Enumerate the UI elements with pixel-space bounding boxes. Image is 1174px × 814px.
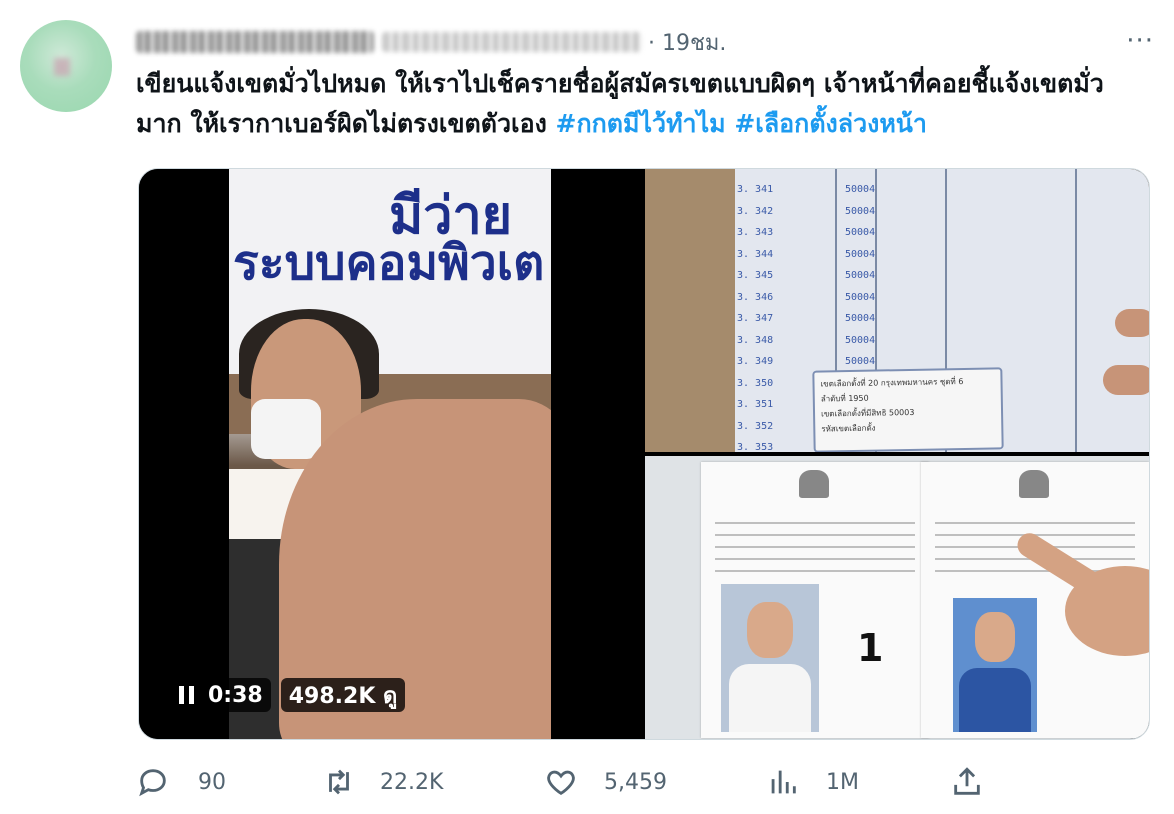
playback-pill[interactable]: 0:38 [171,678,271,712]
face-mask [251,399,321,459]
voter-card: เขตเลือกตั้งที่ 20 กรุงเทพมหานคร ชุดที่ … [812,367,1004,452]
candidate-photo [953,598,1037,732]
like-count: 5,459 [604,769,667,795]
like-button[interactable]: 5,459 [544,762,667,802]
like-icon [547,770,575,796]
row-number: 3. 349 [737,356,774,367]
media-grid: มีว่าย ระบบคอมพิวเต 0:38 498.2K ดู 3. 34… [138,168,1150,740]
row-number: 3. 352 [737,420,774,432]
video-views: 498.2K ดู [280,678,406,712]
banner-text: ระบบคอมพิวเต [233,235,545,291]
reply-button[interactable]: 90 [136,762,226,802]
row-number: 3. 343 [737,227,774,238]
finger [1115,309,1149,337]
emblem-icon [799,470,829,498]
action-bar: 90 22.2K 5,459 1M [136,762,1136,802]
row-number: 3. 348 [737,334,774,346]
district-code: 50004 [845,291,876,303]
row-number: 3. 347 [737,313,774,324]
retweet-count: 22.2K [380,769,444,795]
hashtag-link[interactable]: #เลือกตั้งล่วงหน้า [734,109,927,138]
district-code: 50004 [845,313,876,324]
video-player[interactable]: มีว่าย ระบบคอมพิวเต 0:38 498.2K ดู [139,169,641,739]
video-elapsed: 0:38 [208,682,263,708]
row-number: 3. 342 [737,205,774,217]
retweet-icon [329,769,349,795]
district-code: 50004 [845,184,876,195]
hashtag-link[interactable]: #กกตมีไว้ทำไม [556,109,726,138]
display-name-blurred[interactable] [136,31,374,53]
avatar[interactable] [20,20,112,112]
reply-icon [139,769,166,797]
tweet-header: · 19ชม. [136,28,726,56]
finger [1103,365,1149,395]
district-code: 50004 [845,270,876,281]
photo-voter-list[interactable]: 3. 341 3. 342 3. 343 3. 344 3. 345 3. 346 3. 3… [645,169,1149,452]
share-icon [954,767,980,795]
row-number: 3. 351 [737,399,774,410]
row-number: 3. 344 [737,248,774,260]
pause-icon[interactable] [179,686,194,704]
row-numbers: 3. 341 3. 342 3. 343 3. 344 3. 345 3. 346 3. 3… [737,179,773,452]
candidate-photo [721,584,819,732]
card-line: รหัสเขตเลือกตั้ง [821,423,876,434]
district-code: 50004 [845,227,876,238]
candidate-number: 1 [857,626,884,670]
district-code: 50004 [845,334,876,346]
tweet-text: เขียนแจ้งเขตมั่วไปหมด ให้เราไปเช็ครายชื่… [136,64,1146,144]
row-number: 3. 350 [737,377,774,389]
username-blurred[interactable] [382,32,642,52]
views-icon [771,770,796,794]
video-frame: มีว่าย ระบบคอมพิวเต [229,169,551,739]
row-number: 3. 341 [737,184,774,195]
more-icon[interactable]: ··· [1126,26,1154,56]
share-button[interactable] [950,762,984,802]
row-number: 3. 353 [737,442,774,452]
district-code: 50004 [845,205,876,217]
reply-count: 90 [198,769,226,795]
emblem-icon [1019,470,1049,498]
row-number: 3. 346 [737,291,774,303]
views-count: 1M [826,769,859,795]
views-button[interactable]: 1M [766,762,859,802]
timestamp[interactable]: · 19ชม. [648,25,726,60]
video-controls: 0:38 498.2K ดู [171,677,406,713]
retweet-button[interactable]: 22.2K [322,762,443,802]
divider [1075,169,1077,452]
district-code: 50004 [845,248,876,260]
row-number: 3. 345 [737,270,774,281]
photo-candidate-documents[interactable]: 1 [645,456,1149,739]
